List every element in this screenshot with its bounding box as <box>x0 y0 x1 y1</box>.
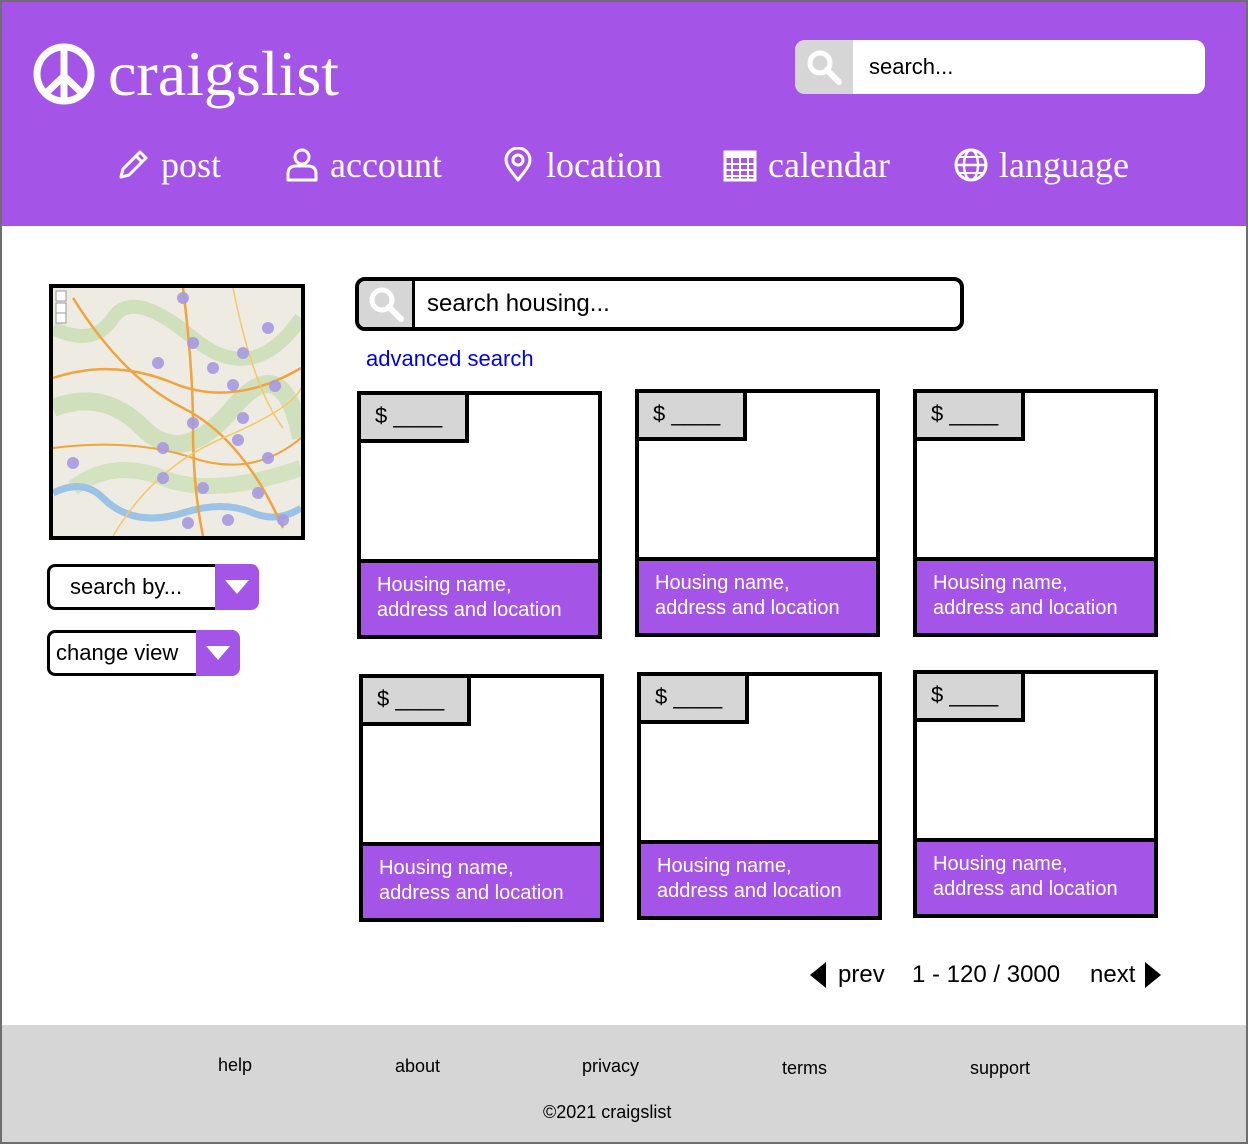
nav-account-label: account <box>330 145 442 185</box>
housing-search-bar <box>355 277 964 331</box>
listing-info: Housing name, address and location <box>917 557 1154 633</box>
listing-card[interactable]: $ ____ Housing name, address and locatio… <box>357 391 602 639</box>
listing-card[interactable]: $ ____ Housing name, address and locatio… <box>635 389 880 637</box>
listing-price: $ ____ <box>639 393 747 441</box>
listing-title: Housing name, <box>933 572 1068 594</box>
listing-address: address and location <box>379 882 564 904</box>
globe-icon <box>954 148 988 182</box>
housing-search-button[interactable] <box>359 281 415 327</box>
listing-address: address and location <box>933 878 1118 900</box>
listing-title: Housing name, <box>657 855 792 877</box>
calendar-icon <box>723 150 757 182</box>
listing-price: $ ____ <box>641 676 749 724</box>
footer-link-privacy[interactable]: privacy <box>582 1056 639 1077</box>
search-icon <box>807 50 842 85</box>
nav-post-label: post <box>161 145 222 185</box>
footer-link-about[interactable]: about <box>395 1056 440 1077</box>
logo[interactable]: craigslist <box>32 42 339 106</box>
listing-price: $ ____ <box>917 393 1025 441</box>
map-pin-icon <box>504 147 532 182</box>
listing-info: Housing name, address and location <box>363 842 600 918</box>
listing-info: Housing name, address and location <box>917 838 1154 914</box>
top-search-bar <box>795 40 1205 94</box>
listing-address: address and location <box>933 597 1118 619</box>
header: craigslist post account <box>2 2 1246 226</box>
search-by-label: search by... <box>47 564 215 610</box>
listing-price: $ ____ <box>361 395 469 443</box>
listing-info: Housing name, address and location <box>641 840 878 916</box>
footer-link-support[interactable]: support <box>970 1058 1030 1079</box>
map-graphic <box>53 288 301 536</box>
search-icon <box>369 287 404 322</box>
listing-title: Housing name, <box>377 574 512 596</box>
change-view-dropdown[interactable]: change view <box>47 630 240 676</box>
nav-account[interactable]: account <box>284 140 442 190</box>
prev-page-button[interactable]: prev <box>810 958 885 992</box>
housing-search-input[interactable] <box>415 281 960 327</box>
listing-price: $ ____ <box>917 674 1025 722</box>
listing-address: address and location <box>657 880 842 902</box>
nav-calendar[interactable]: calendar <box>722 140 890 190</box>
advanced-search-link[interactable]: advanced search <box>366 346 534 372</box>
triangle-left-icon <box>810 962 826 988</box>
nav-language-label: language <box>999 145 1129 185</box>
footer: help about privacy terms support ©2021 c… <box>2 1025 1246 1142</box>
page-range: 1 - 120 / 3000 <box>912 961 1061 988</box>
listing-info: Housing name, address and location <box>361 559 598 635</box>
nav-calendar-label: calendar <box>768 145 890 185</box>
listing-card[interactable]: $ ____ Housing name, address and locatio… <box>359 674 604 922</box>
nav-location[interactable]: location <box>500 140 662 190</box>
map-thumbnail[interactable] <box>49 284 305 540</box>
listing-price: $ ____ <box>363 678 471 726</box>
nav-post[interactable]: post <box>115 140 221 190</box>
listing-card[interactable]: $ ____ Housing name, address and locatio… <box>637 672 882 920</box>
top-search-input[interactable] <box>853 40 1193 94</box>
listing-card[interactable]: $ ____ Housing name, address and locatio… <box>913 670 1158 918</box>
prev-label: prev <box>838 961 885 988</box>
search-by-dropdown[interactable]: search by... <box>47 564 259 610</box>
chevron-down-icon <box>215 564 259 610</box>
next-page-button[interactable]: next <box>1090 958 1162 992</box>
listing-info: Housing name, address and location <box>639 557 876 633</box>
listing-title: Housing name, <box>933 853 1068 875</box>
main-nav: post account location calendar language <box>2 140 1246 190</box>
copyright: ©2021 craigslist <box>543 1102 672 1122</box>
nav-language[interactable]: language <box>953 140 1129 190</box>
footer-link-help[interactable]: help <box>218 1055 252 1076</box>
listing-address: address and location <box>377 599 562 621</box>
triangle-right-icon <box>1145 962 1162 988</box>
peace-sign-icon <box>33 43 95 105</box>
logo-text: craigslist <box>108 38 340 109</box>
user-icon <box>286 148 318 182</box>
listing-address: address and location <box>655 597 840 619</box>
next-label: next <box>1090 961 1136 988</box>
change-view-label: change view <box>47 630 196 676</box>
listing-card[interactable]: $ ____ Housing name, address and locatio… <box>913 389 1158 637</box>
top-search-button[interactable] <box>795 40 853 94</box>
footer-link-terms[interactable]: terms <box>782 1058 827 1079</box>
listing-title: Housing name, <box>379 857 514 879</box>
chevron-down-icon <box>196 630 240 676</box>
listing-title: Housing name, <box>655 572 790 594</box>
nav-location-label: location <box>546 145 662 185</box>
pencil-icon <box>119 150 148 179</box>
